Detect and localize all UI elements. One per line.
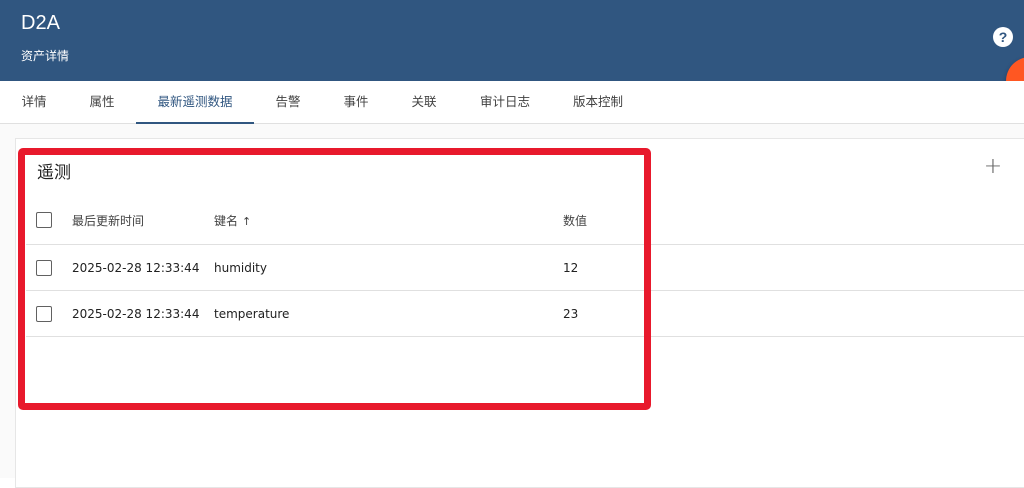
tab-details[interactable]: 详情 — [12, 81, 56, 124]
row-divider — [26, 244, 1024, 245]
select-all-checkbox[interactable] — [36, 212, 52, 228]
column-header-last-update[interactable]: 最后更新时间 — [72, 212, 144, 229]
tab-alarms[interactable]: 告警 — [266, 81, 310, 124]
row-divider — [26, 336, 1024, 337]
cell-value: 23 — [563, 307, 579, 321]
column-header-value[interactable]: 数值 — [563, 212, 587, 229]
arrow-up-icon: ↑ — [242, 215, 252, 228]
app-header: D2A 资产详情 ? — [0, 0, 1024, 81]
telemetry-title: 遥测 — [37, 163, 71, 183]
cell-last-update: 2025-02-28 12:33:44 — [72, 307, 200, 321]
tab-relations[interactable]: 关联 — [402, 81, 446, 124]
tab-latest-telemetry[interactable]: 最新遥测数据 — [136, 81, 254, 124]
plus-icon[interactable]: + — [983, 155, 1003, 179]
help-icon[interactable]: ? — [993, 27, 1013, 47]
tab-bar: 详情 属性 最新遥测数据 告警 事件 关联 审计日志 版本控制 — [0, 81, 1024, 124]
tab-audit-logs[interactable]: 审计日志 — [470, 81, 540, 124]
row-divider — [26, 290, 1024, 291]
cell-last-update: 2025-02-28 12:33:44 — [72, 261, 200, 275]
cell-key: temperature — [214, 307, 290, 321]
cell-key: humidity — [214, 261, 267, 275]
asset-title: D2A — [21, 12, 60, 34]
tab-events[interactable]: 事件 — [334, 81, 378, 124]
row-checkbox[interactable] — [36, 306, 52, 322]
column-header-key-label: 键名 — [214, 214, 239, 228]
tab-version-control[interactable]: 版本控制 — [562, 81, 634, 124]
page-subtitle: 资产详情 — [21, 49, 70, 63]
row-checkbox[interactable] — [36, 260, 52, 276]
cell-value: 12 — [563, 261, 579, 275]
column-header-key[interactable]: 键名 ↑ — [214, 212, 251, 229]
tab-attributes[interactable]: 属性 — [80, 81, 124, 124]
